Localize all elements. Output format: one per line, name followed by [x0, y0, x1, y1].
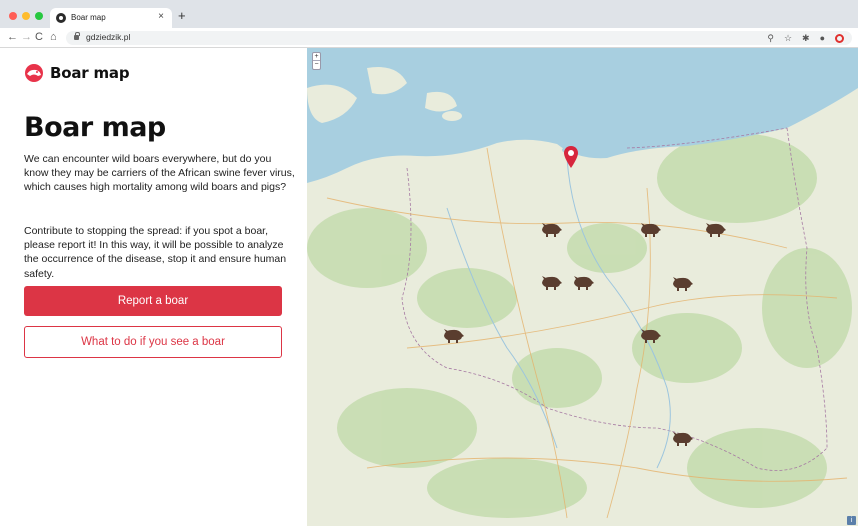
brand[interactable]: Boar map	[24, 63, 130, 83]
tab-title: Boar map	[71, 13, 106, 22]
boar-marker-icon[interactable]	[671, 430, 693, 446]
forward-icon[interactable]: →	[21, 30, 32, 44]
map-attribution-button[interactable]: i	[847, 516, 856, 525]
opera-icon[interactable]	[835, 34, 844, 43]
boar-marker-icon[interactable]	[704, 221, 726, 237]
map[interactable]: + − i	[307, 48, 858, 526]
boar-marker-icon[interactable]	[572, 274, 594, 290]
sidebar: Boar map Boar map We can encounter wild …	[0, 48, 307, 526]
location-icon[interactable]: ⚲	[767, 33, 774, 44]
minimize-window-button[interactable]	[22, 12, 30, 20]
brand-name: Boar map	[50, 64, 130, 82]
profile-icon[interactable]: ●	[820, 33, 825, 44]
browser-toolbar: ← → C ⌂ gdziedzik.pl ⚲ ☆ ✱ ●	[0, 28, 858, 48]
reload-icon[interactable]: C	[35, 30, 43, 44]
boar-logo-icon	[25, 64, 43, 82]
intro-paragraph: We can encounter wild boars everywhere, …	[24, 153, 295, 194]
zoom-control: + −	[312, 52, 321, 70]
favicon-icon	[56, 13, 66, 23]
boar-marker-icon[interactable]	[540, 221, 562, 237]
what-to-do-button[interactable]: What to do if you see a boar	[24, 326, 282, 358]
toolbar-icons: ⚲ ☆ ✱ ●	[767, 33, 844, 44]
back-icon[interactable]: ←	[7, 30, 18, 44]
zoom-in-button[interactable]: +	[313, 53, 320, 61]
home-icon[interactable]: ⌂	[50, 30, 57, 44]
address-bar[interactable]: gdziedzik.pl ⚲ ☆ ✱ ●	[66, 31, 852, 45]
boar-marker-icon[interactable]	[639, 327, 661, 343]
boar-marker-icon[interactable]	[671, 275, 693, 291]
bookmark-star-icon[interactable]: ☆	[784, 33, 792, 44]
browser-tab[interactable]: Boar map ×	[50, 8, 172, 28]
page-title: Boar map	[24, 112, 166, 143]
report-boar-button[interactable]: Report a boar	[24, 286, 282, 316]
cta-paragraph: Contribute to stopping the spread: if yo…	[24, 225, 287, 280]
boar-marker-icon[interactable]	[540, 274, 562, 290]
boar-marker-icon[interactable]	[639, 221, 661, 237]
location-pin-icon[interactable]	[564, 146, 578, 168]
tab-strip: Boar map × +	[0, 0, 858, 28]
browser-window: Boar map × + ← → C ⌂ gdziedzik.pl ⚲ ☆ ✱ …	[0, 0, 858, 526]
maximize-window-button[interactable]	[35, 12, 43, 20]
zoom-out-button[interactable]: −	[313, 61, 320, 69]
new-tab-button[interactable]: +	[178, 9, 186, 22]
extensions-icon[interactable]: ✱	[802, 33, 810, 44]
lock-icon[interactable]	[74, 32, 80, 40]
tab-close-icon[interactable]: ×	[158, 11, 164, 22]
close-window-button[interactable]	[9, 12, 17, 20]
boar-marker-icon[interactable]	[442, 327, 464, 343]
url-text[interactable]: gdziedzik.pl	[86, 32, 130, 42]
